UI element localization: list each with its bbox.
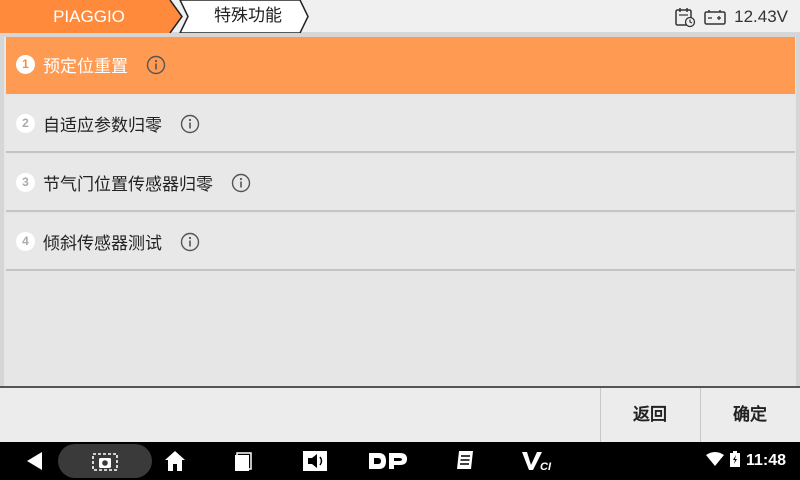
list-item-3[interactable]: 3 节气门位置传感器归零 xyxy=(6,155,795,212)
volume-icon[interactable] xyxy=(298,442,332,480)
function-list: 1 预定位重置 2 自适应参数归零 3 节气门位置传感器归零 4 倾斜传感器测试 xyxy=(4,37,796,386)
list-item-4[interactable]: 4 倾斜传感器测试 xyxy=(6,214,795,271)
list-item-2[interactable]: 2 自适应参数归零 xyxy=(6,96,795,153)
item-label: 自适应参数归零 xyxy=(43,116,162,136)
info-icon[interactable] xyxy=(231,173,251,193)
info-icon[interactable] xyxy=(146,55,166,75)
calendar-clock-icon[interactable] xyxy=(674,6,696,28)
voltage-value: 12.43V xyxy=(734,6,788,26)
vci-icon[interactable]: CI xyxy=(518,442,558,480)
dp-icon[interactable] xyxy=(366,442,410,480)
home-icon[interactable] xyxy=(160,442,190,480)
back-icon[interactable] xyxy=(20,442,50,480)
item-number: 1 xyxy=(16,55,35,74)
system-nav-bar: CI 11:48 xyxy=(0,442,800,480)
item-label: 倾斜传感器测试 xyxy=(43,234,162,254)
status-area: 12.43V xyxy=(674,0,788,33)
report-icon[interactable] xyxy=(450,442,480,480)
item-label: 节气门位置传感器归零 xyxy=(43,175,213,195)
recent-apps-icon[interactable] xyxy=(228,442,258,480)
svg-text:CI: CI xyxy=(540,461,552,472)
item-number: 2 xyxy=(16,114,35,133)
back-button[interactable]: 返回 xyxy=(600,388,699,442)
top-bar: PIAGGIO 特殊功能 12.43V xyxy=(0,0,800,33)
clock: 11:48 xyxy=(745,452,786,469)
system-status: 11:48 xyxy=(705,442,786,480)
screenshot-icon[interactable] xyxy=(88,442,122,480)
info-icon[interactable] xyxy=(180,114,200,134)
wifi-icon xyxy=(705,451,724,471)
breadcrumb-brand[interactable]: PIAGGIO xyxy=(0,0,178,33)
breadcrumb-section[interactable]: 特殊功能 xyxy=(198,0,298,33)
action-bar: 返回 确定 xyxy=(0,386,800,442)
battery-icon xyxy=(729,450,740,472)
battery-voltage-icon xyxy=(704,9,726,25)
item-label: 预定位重置 xyxy=(43,57,128,77)
list-item-1[interactable]: 1 预定位重置 xyxy=(6,37,795,94)
item-number: 4 xyxy=(16,232,35,251)
breadcrumb: PIAGGIO xyxy=(0,0,309,33)
item-number: 3 xyxy=(16,173,35,192)
main-area: 1 预定位重置 2 自适应参数归零 3 节气门位置传感器归零 4 倾斜传感器测试 xyxy=(0,33,800,386)
confirm-button[interactable]: 确定 xyxy=(700,388,799,442)
info-icon[interactable] xyxy=(180,232,200,252)
